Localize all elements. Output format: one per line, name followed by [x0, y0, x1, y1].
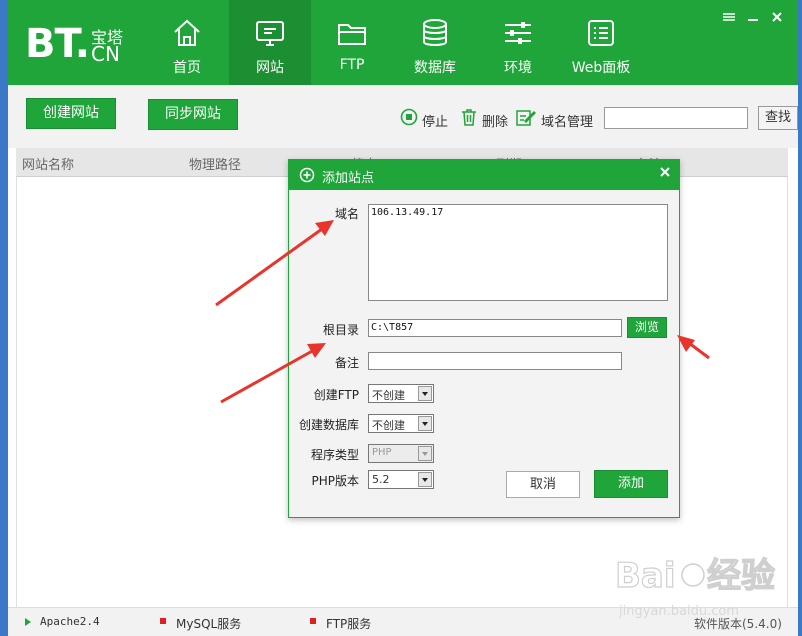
annotation-arrows: [215, 220, 710, 404]
arrow-to-domain-icon: [215, 220, 334, 307]
svg-text:经验: 经验: [707, 556, 775, 596]
svg-text:Bai: Bai: [615, 556, 676, 596]
arrow-to-browse-icon: [677, 335, 710, 360]
arrow-to-root-dir-icon: [220, 343, 326, 404]
baidu-watermark-logo: Bai 经验 jingyan.baidu.com: [615, 555, 776, 619]
svg-text:jingyan.baidu.com: jingyan.baidu.com: [618, 604, 739, 619]
